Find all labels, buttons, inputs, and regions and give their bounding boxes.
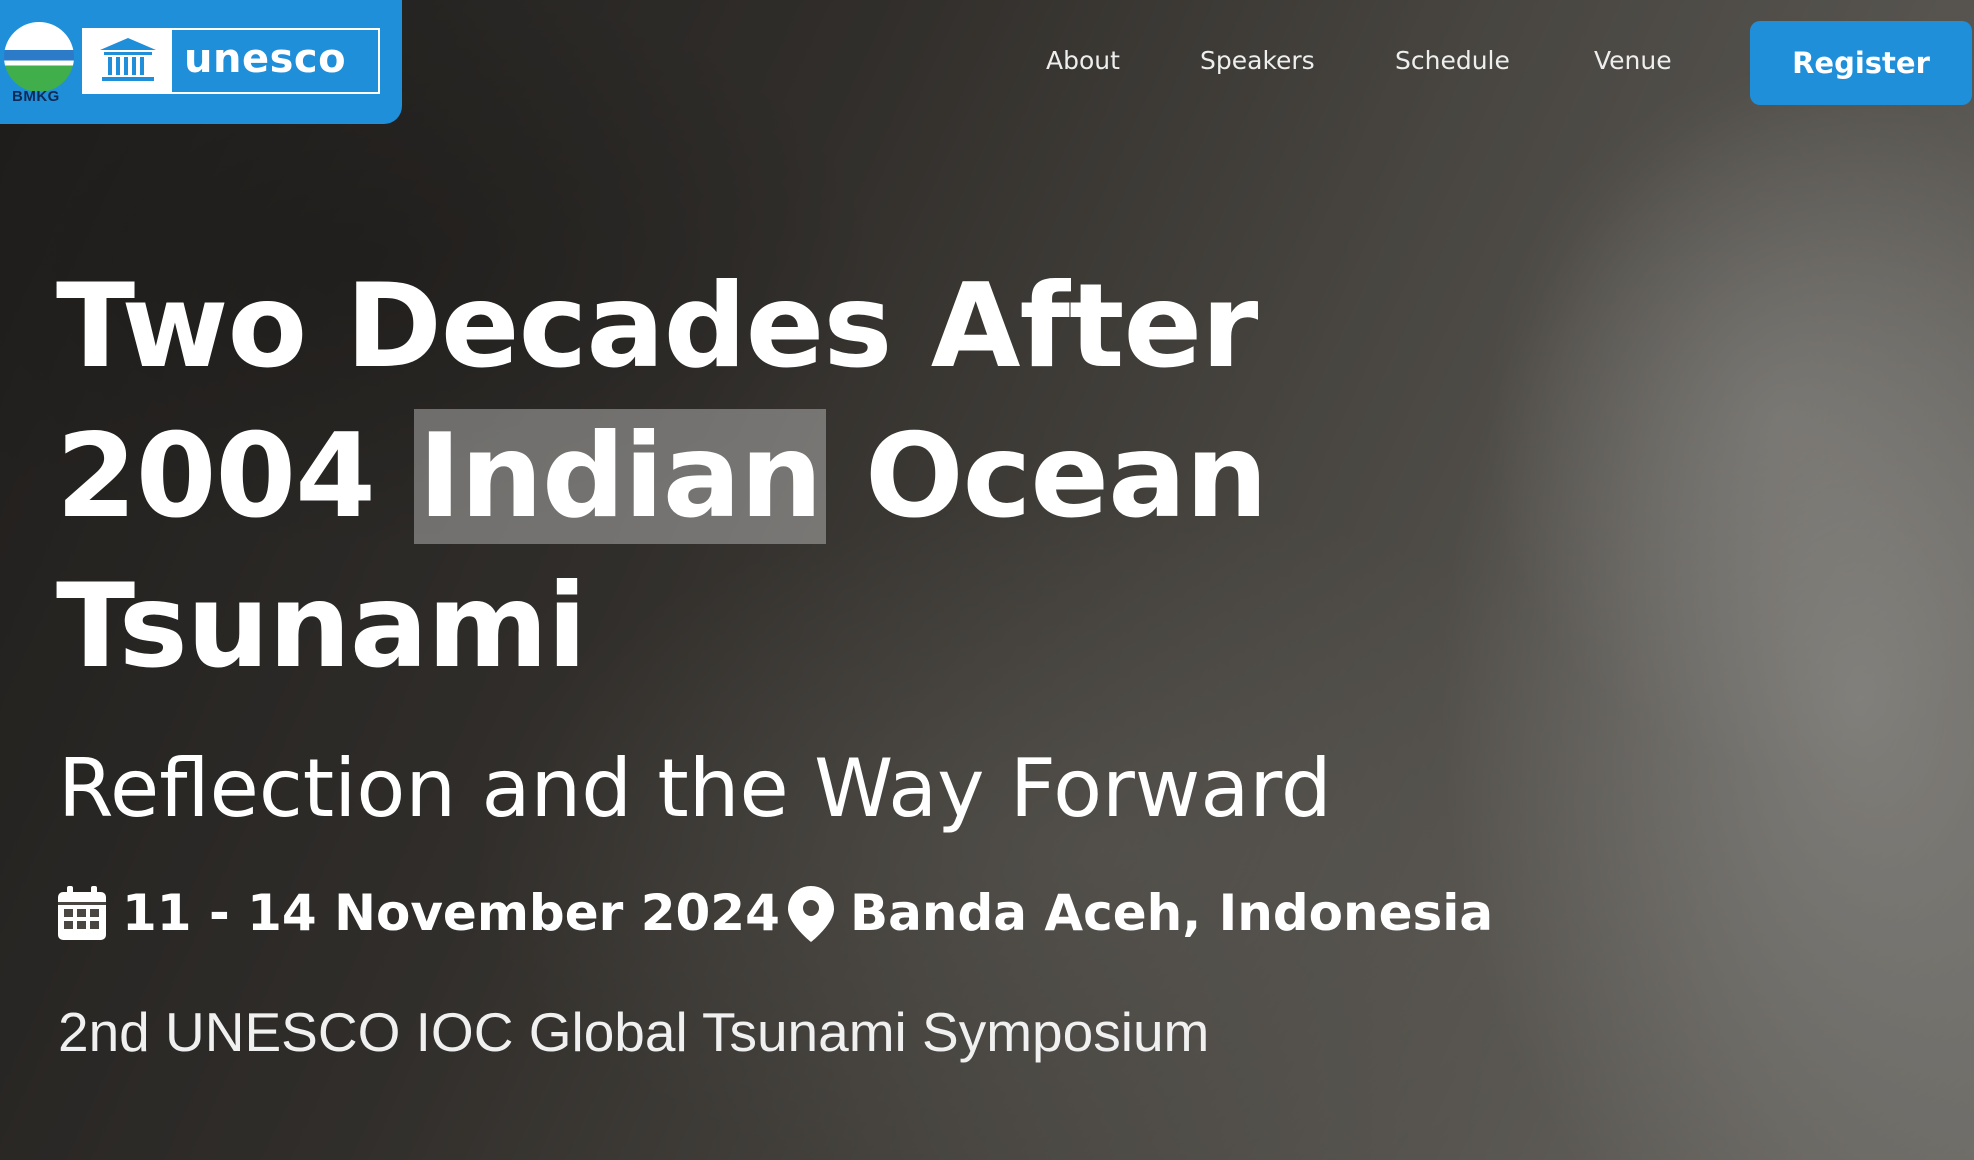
- unesco-wordmark: unesco: [184, 36, 347, 82]
- unesco-logo: unesco: [82, 28, 380, 94]
- nav-about[interactable]: About: [1046, 46, 1120, 75]
- hero-title-line-1: Two Decades After: [56, 259, 1258, 394]
- register-button[interactable]: Register: [1750, 21, 1972, 105]
- bmkg-logo: BMKG: [2, 20, 76, 106]
- logo-box[interactable]: BMKG unesco: [0, 0, 402, 124]
- hero-title-line-2: 2004 Indian Ocean: [56, 402, 1268, 552]
- unesco-temple-icon: [84, 30, 172, 92]
- nav-speakers[interactable]: Speakers: [1200, 46, 1315, 75]
- hero-title-highlight: Indian: [414, 409, 826, 544]
- map-pin-icon: [788, 886, 834, 942]
- bmkg-logo-text: BMKG: [12, 88, 60, 105]
- hero-title-line-3: Tsunami: [56, 559, 587, 694]
- calendar-icon: [58, 886, 106, 940]
- event-location: Banda Aceh, Indonesia: [850, 884, 1494, 942]
- nav-venue[interactable]: Venue: [1594, 46, 1672, 75]
- hero-title-year: 2004: [56, 409, 415, 544]
- bmkg-emblem-icon: [4, 22, 74, 92]
- hero-title: Two Decades After 2004 Indian Ocean Tsun…: [56, 252, 1268, 702]
- nav-schedule[interactable]: Schedule: [1395, 46, 1510, 75]
- event-name: 2nd UNESCO IOC Global Tsunami Symposium: [58, 1001, 1210, 1063]
- hero-title-ocean: Ocean: [825, 409, 1268, 544]
- event-date: 11 - 14 November 2024: [122, 884, 780, 942]
- hero-subtitle: Reflection and the Way Forward: [58, 742, 1332, 835]
